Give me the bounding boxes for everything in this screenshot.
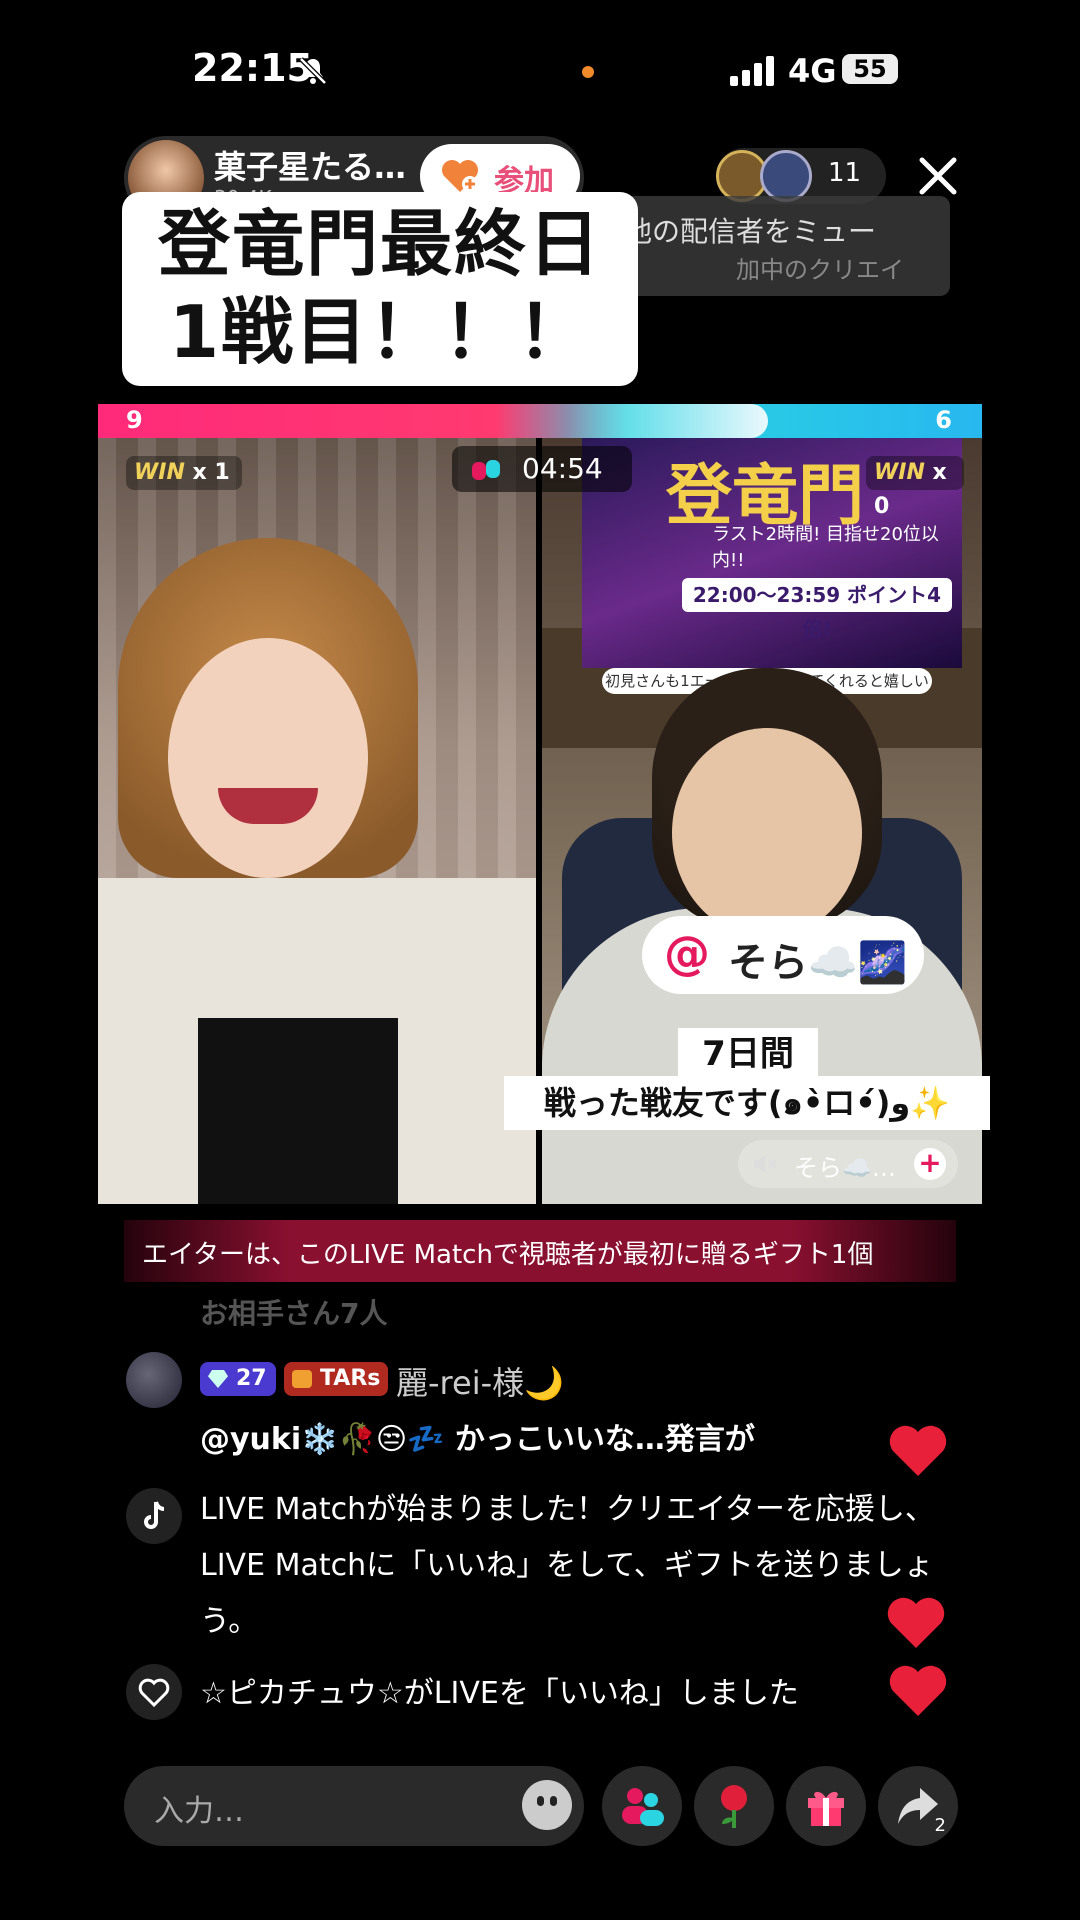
- callout-line2: 1戦目！！！: [168, 290, 592, 374]
- overlay-caption-line1: 7日間: [678, 1028, 818, 1080]
- ticker-text: エイターは、このLIVE Matchで視聴者が最初に贈るギフト1個: [142, 1240, 874, 1270]
- like-event-message: ☆ピカチュウ☆がLIVEを「いいね」しました: [200, 1676, 799, 1711]
- title-callout: 登竜門最終日 1戦目！！！: [122, 192, 638, 386]
- poster-time-range: 22:00～23:59 ポイント4倍!: [682, 578, 952, 641]
- comment-placeholder: 入力…: [154, 1794, 244, 1829]
- viewer-avatar[interactable]: [760, 150, 812, 202]
- recording-dot-icon: [582, 66, 594, 78]
- chat-username[interactable]: 麗-rei-様🌙: [396, 1358, 564, 1404]
- chat-message: @yuki❄️🥀😒💤 かっこいいな…発言が: [200, 1422, 755, 1457]
- overlay-caption-line2: 戦った戦友です(๑•̀ロ•́)و✨: [504, 1076, 990, 1130]
- score-right: 6: [935, 406, 952, 434]
- heart-plus-icon: [442, 160, 478, 192]
- host-name: 菓子星たる…: [214, 148, 407, 186]
- mute-banner-text2: 加中のクリエイ: [736, 256, 904, 284]
- win-count: x 1: [192, 460, 230, 485]
- silent-bell-icon: [299, 57, 327, 85]
- mute-banner-text: 他の配信者をミュー: [624, 215, 877, 248]
- guest-name: そら☁️…: [794, 1154, 896, 1182]
- timer-value: 04:54: [522, 452, 603, 485]
- share-count: 2: [934, 1815, 946, 1836]
- chat-user-avatar[interactable]: [126, 1352, 182, 1408]
- win-badge-left: WIN x 1: [126, 456, 242, 490]
- floating-heart-icon: [889, 1665, 947, 1716]
- follow-plus-icon[interactable]: +: [914, 1148, 946, 1180]
- callout-line1: 登竜門最終日: [157, 202, 602, 286]
- win-label: WIN: [134, 460, 185, 485]
- floating-heart-icon: [889, 1425, 947, 1476]
- status-time: 22:15: [192, 46, 313, 90]
- comment-input[interactable]: 入力…: [124, 1766, 584, 1846]
- multi-guest-button[interactable]: [602, 1766, 682, 1846]
- face: [168, 638, 368, 878]
- like-event-avatar: [126, 1664, 182, 1720]
- system-avatar: [126, 1488, 182, 1544]
- share-button[interactable]: 2: [878, 1766, 958, 1846]
- match-score-bar: 9 6: [98, 404, 982, 438]
- poster-subtitle: ラスト2時間! 目指せ20位以内!!: [712, 524, 939, 571]
- floating-heart-icon: [887, 1597, 945, 1648]
- people-icon: [622, 1788, 664, 1826]
- info-ticker: エイターは、このLIVE Matchで視聴者が最初に贈るギフト1個: [124, 1220, 956, 1282]
- video-left[interactable]: [98, 438, 536, 1204]
- network-type: 4G: [788, 52, 837, 90]
- signal-icon: [730, 56, 774, 86]
- mention-sticker[interactable]: @ そら☁️🌌: [642, 916, 924, 994]
- close-icon[interactable]: [912, 150, 964, 202]
- rose-icon: [721, 1785, 747, 1828]
- muted-speaker-icon: [754, 1155, 777, 1173]
- level-badge: 27: [200, 1362, 276, 1396]
- chat-faded-message: お相手さん7人: [200, 1297, 388, 1330]
- gift-button[interactable]: [786, 1766, 866, 1846]
- rose-gift-button[interactable]: [694, 1766, 774, 1846]
- guest-label[interactable]: そら☁️… +: [738, 1140, 958, 1188]
- match-timer: 04:54: [452, 446, 632, 492]
- tiktok-logo-icon: [144, 1501, 165, 1529]
- system-message: LIVE Matchが始まりました！クリエイターを応援し、LIVE Matchに…: [200, 1492, 935, 1639]
- win-badge-right: WIN x 0: [866, 456, 964, 519]
- score-flare: [568, 404, 768, 438]
- win-label: WIN: [874, 460, 925, 485]
- heart-outline-icon: [138, 1678, 170, 1708]
- mention-at: @: [664, 926, 710, 980]
- status-bar: 22:15 4G 55: [0, 0, 1080, 140]
- face: [672, 728, 862, 938]
- gift-icon: [808, 1791, 844, 1826]
- top-garment: [198, 1018, 398, 1204]
- fan-badge: TARs: [284, 1362, 388, 1396]
- mention-name: そら☁️🌌: [728, 940, 908, 986]
- emoji-icon[interactable]: [522, 1780, 572, 1830]
- viewer-count: 11: [828, 158, 862, 188]
- boxing-gloves-icon: [472, 460, 500, 480]
- battery-icon: 55: [842, 54, 898, 84]
- score-left: 9: [126, 406, 143, 434]
